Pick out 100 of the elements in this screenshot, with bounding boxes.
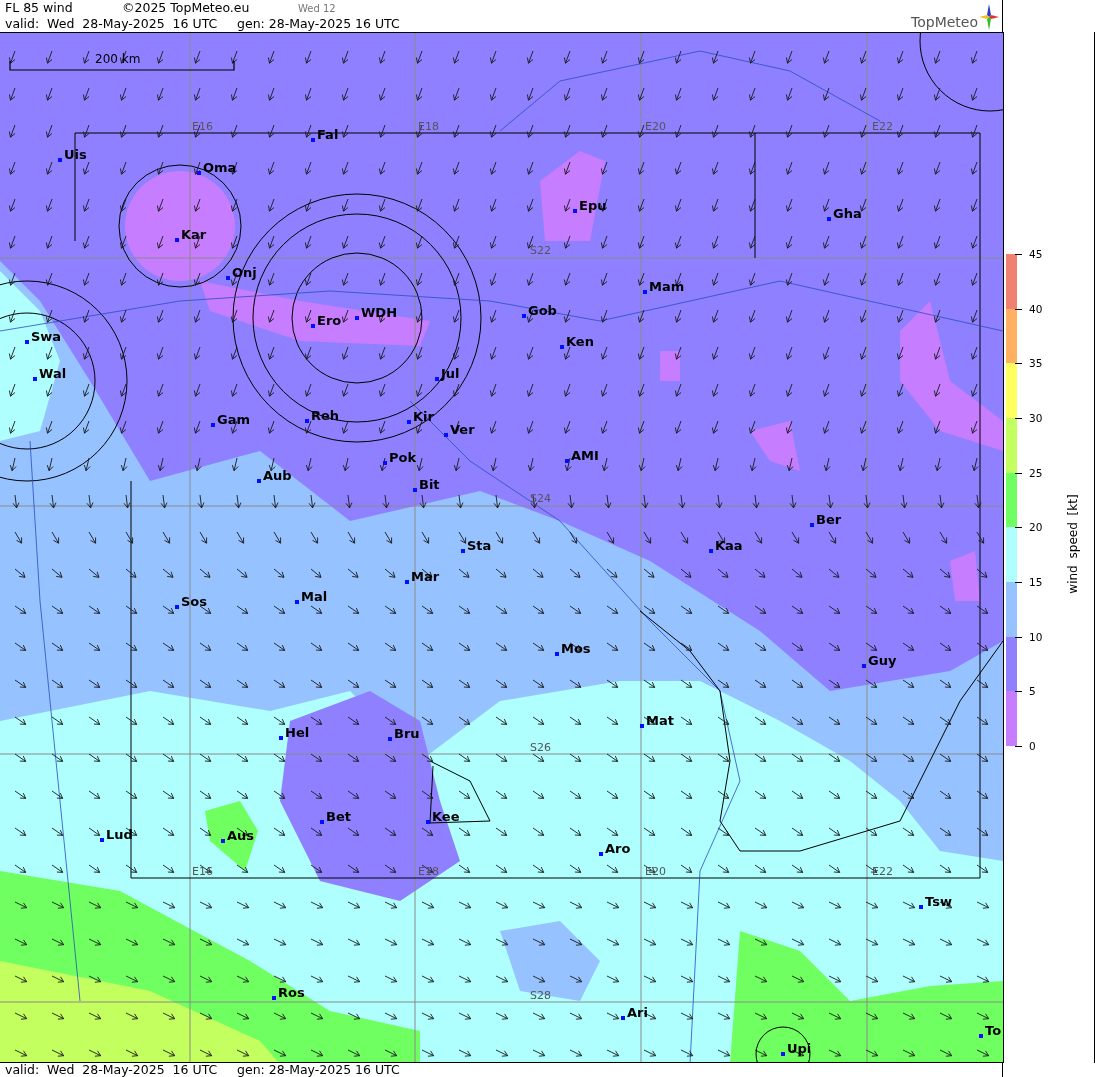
town-marker-icon: [827, 217, 831, 221]
town-marker-icon: [175, 605, 179, 609]
place-label: Ero: [317, 314, 342, 328]
town-marker-icon: [295, 600, 299, 604]
place-label: Kar: [181, 228, 207, 242]
place-label: Lud: [106, 828, 133, 842]
place-label: Gha: [833, 207, 862, 221]
place-label: Aus: [227, 829, 255, 843]
town-marker-icon: [643, 290, 647, 294]
town-marker-icon: [426, 820, 430, 824]
place-label: Bit: [419, 478, 440, 492]
place-label: Ber: [816, 513, 842, 527]
place-label: Gam: [217, 413, 250, 427]
town-marker-icon: [444, 433, 448, 437]
place-label: Ari: [627, 1006, 648, 1020]
place-label: Tsw: [925, 895, 952, 909]
place-label: Sos: [181, 595, 208, 609]
town-marker-icon: [435, 377, 439, 381]
place-label: Mam: [649, 280, 685, 294]
scale-label: 200 km: [95, 53, 141, 66]
place-label: Uis: [64, 148, 87, 162]
place-label: Ken: [566, 335, 594, 349]
legend-title: wind speed [kt]: [1066, 493, 1080, 596]
scale-tick-label: 20: [1029, 521, 1043, 534]
town-marker-icon: [226, 276, 230, 280]
town-marker-icon: [311, 138, 315, 142]
town-marker-icon: [58, 158, 62, 162]
grid-coordinate-label: E16: [192, 121, 213, 133]
place-label: Fal: [317, 128, 339, 142]
place-label: Kir: [413, 410, 434, 424]
town-marker-icon: [257, 479, 261, 483]
place-label: Epu: [579, 199, 607, 213]
town-marker-icon: [25, 340, 29, 344]
scale-tick-label: 40: [1029, 302, 1043, 315]
place-label: Jul: [441, 367, 460, 381]
town-marker-icon: [640, 724, 644, 728]
town-marker-icon: [211, 423, 215, 427]
place-label: Mos: [561, 642, 591, 656]
place-label: Mat: [646, 714, 674, 728]
place-label: Guy: [868, 654, 897, 668]
town-marker-icon: [522, 314, 526, 318]
copyright-text: ©2025 TopMeteo.eu: [122, 0, 251, 16]
town-marker-icon: [383, 461, 387, 465]
place-label: Ros: [278, 986, 305, 1000]
place-label: Aro: [605, 842, 631, 856]
place-label: Sta: [467, 539, 492, 553]
scale-tick-label: 25: [1029, 466, 1043, 479]
grid-coordinate-label: E22: [872, 121, 893, 133]
grid-coordinate-label: S28: [530, 990, 551, 1002]
town-marker-icon: [573, 209, 577, 213]
compass-star-icon: [979, 4, 999, 30]
scale-tick-label: 35: [1029, 357, 1043, 370]
town-marker-icon: [565, 459, 569, 463]
town-marker-icon: [621, 1016, 625, 1020]
town-marker-icon: [221, 839, 225, 843]
place-label: Gob: [528, 304, 557, 318]
grid-coordinate-label: E20: [645, 121, 666, 133]
generated-time: gen: 28-May-2025 16 UTC: [237, 16, 400, 32]
town-marker-icon: [560, 345, 564, 349]
town-marker-icon: [197, 171, 201, 175]
place-label: Bru: [394, 727, 420, 741]
town-marker-icon: [175, 238, 179, 242]
grid-coordinate-label: S26: [530, 742, 551, 754]
town-marker-icon: [405, 580, 409, 584]
place-label: WDH: [361, 306, 397, 320]
place-label: Hel: [285, 726, 310, 740]
scale-tick-label: 15: [1029, 576, 1043, 588]
grid-coordinate-label: E20: [645, 866, 666, 878]
place-label: To: [985, 1024, 1002, 1038]
grid-coordinate-label: S22: [530, 245, 551, 257]
place-label: Bet: [326, 810, 351, 824]
scale-tick-label: 0: [1029, 740, 1036, 752]
town-marker-icon: [311, 324, 315, 328]
place-label: Swa: [31, 330, 62, 344]
chart-title: FL 85 wind: [5, 0, 74, 16]
place-label: Kee: [432, 810, 460, 824]
valid-time: valid: Wed 28-May-2025 16 UTC: [5, 1062, 219, 1077]
valid-time: valid: Wed 28-May-2025 16 UTC: [5, 16, 219, 32]
town-marker-icon: [810, 523, 814, 527]
town-marker-icon: [709, 549, 713, 553]
scale-tick-label: 5: [1029, 685, 1036, 698]
place-label: Ver: [450, 423, 475, 437]
town-marker-icon: [555, 652, 559, 656]
town-marker-icon: [388, 737, 392, 741]
town-marker-icon: [461, 549, 465, 553]
grid-coordinate-label: E18: [418, 121, 439, 133]
town-marker-icon: [320, 820, 324, 824]
scale-tick-label: 30: [1029, 412, 1043, 424]
logo-text: TopMeteo: [911, 14, 978, 30]
town-marker-icon: [305, 419, 309, 423]
place-label: Kaa: [715, 539, 743, 553]
grid-coordinate-label: E22: [872, 866, 893, 878]
day-label: Wed 12: [298, 2, 336, 16]
town-marker-icon: [862, 664, 866, 668]
grid-coordinate-label: E18: [418, 866, 439, 878]
place-label: Pok: [389, 451, 417, 465]
place-label: Mar: [411, 570, 440, 584]
generated-time: gen: 28-May-2025 16 UTC: [237, 1062, 400, 1077]
town-marker-icon: [413, 488, 417, 492]
town-marker-icon: [919, 905, 923, 909]
